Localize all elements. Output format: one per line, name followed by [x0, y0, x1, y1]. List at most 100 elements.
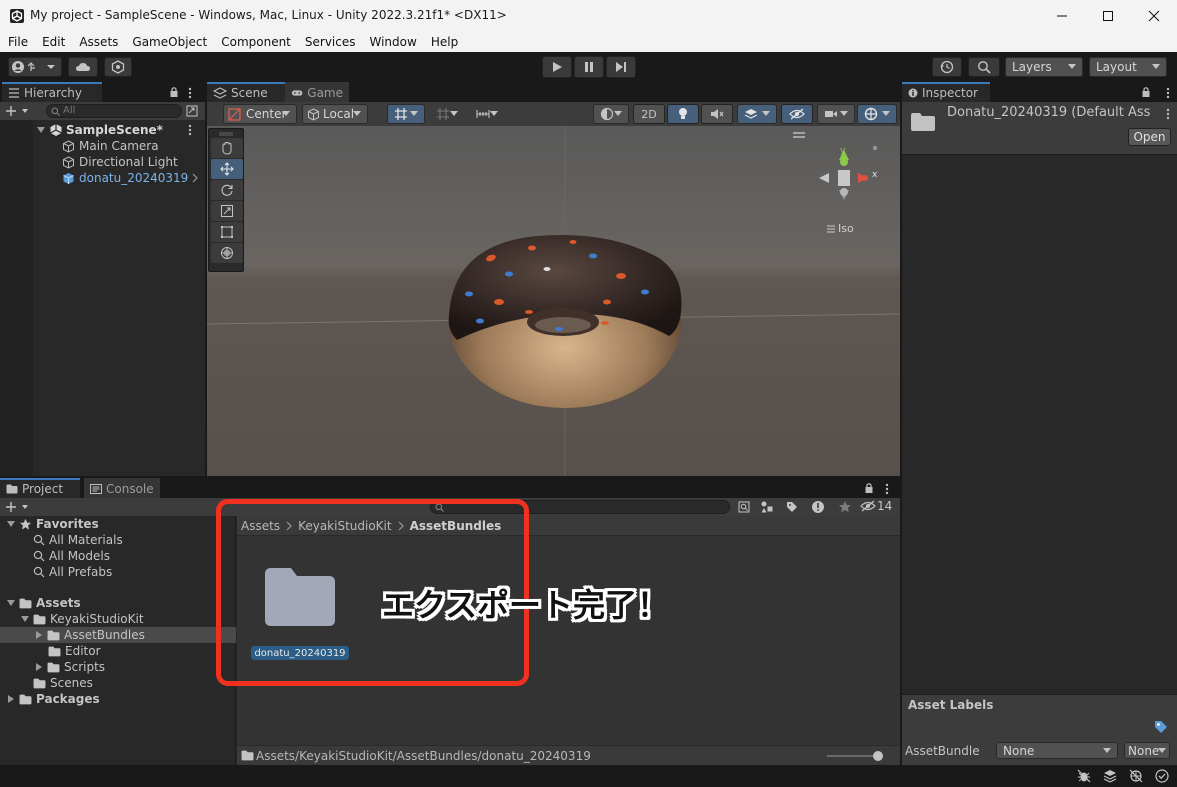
minimize-button[interactable] [1039, 0, 1085, 32]
menu-gameobject[interactable]: GameObject [125, 35, 214, 49]
undo-history-button[interactable] [932, 57, 962, 77]
collapse-arrow-icon[interactable] [6, 694, 16, 704]
tree-item-donatu[interactable]: donatu_20240319 [62, 170, 205, 186]
icon-size-slider-handle[interactable] [873, 751, 883, 761]
align-snap-toggle[interactable] [469, 104, 505, 124]
rect-tool[interactable] [211, 222, 243, 242]
open-button[interactable]: Open [1128, 128, 1171, 146]
projection-toggle[interactable]: Iso [826, 222, 854, 235]
overlay-handle-icon[interactable] [792, 132, 806, 138]
auto-generate-lighting-icon[interactable] [1129, 769, 1143, 783]
collapse-arrow-icon[interactable] [34, 662, 44, 672]
hierarchy-search-input[interactable]: All [46, 104, 182, 118]
lock-icon[interactable] [1141, 86, 1151, 98]
add-icon[interactable] [5, 105, 31, 117]
tag-icon[interactable] [1154, 720, 1168, 734]
scale-tool[interactable] [211, 201, 243, 221]
asset-bundle-dropdown[interactable]: None [996, 742, 1118, 759]
tree-scripts[interactable]: Scripts [34, 659, 105, 675]
menu-services[interactable]: Services [298, 35, 363, 49]
effects-dropdown[interactable] [737, 104, 777, 124]
layout-dropdown[interactable]: Layout [1089, 57, 1167, 77]
tree-assetbundles[interactable]: AssetBundles [0, 627, 236, 643]
lock-icon[interactable] [169, 86, 179, 98]
more-options-icon[interactable] [1166, 87, 1170, 99]
menu-assets[interactable]: Assets [72, 35, 125, 49]
label-filter-icon[interactable] [786, 501, 798, 513]
more-options-icon[interactable] [188, 87, 192, 99]
drag-handle-icon[interactable] [218, 132, 234, 136]
hidden-packages-toggle[interactable]: 14 [860, 499, 892, 513]
menu-help[interactable]: Help [424, 35, 465, 49]
lock-icon[interactable] [864, 482, 874, 494]
tab-project[interactable]: Project [0, 478, 80, 498]
scene-visibility-icon[interactable] [186, 105, 198, 117]
menu-file[interactable]: File [1, 35, 35, 49]
scene-viewport[interactable]: y x Iso [207, 126, 900, 476]
maximize-button[interactable] [1085, 0, 1131, 32]
layers-dropdown[interactable]: Layers [1005, 57, 1083, 77]
bundle-variant-dropdown[interactable]: None [1124, 742, 1170, 759]
tab-inspector[interactable]: Inspector [902, 82, 990, 102]
pivot-dropdown[interactable]: Center [223, 104, 297, 124]
menu-window[interactable]: Window [363, 35, 424, 49]
bug-icon[interactable] [1077, 769, 1091, 783]
shading-mode-dropdown[interactable] [593, 104, 629, 124]
tree-assets[interactable]: Assets [6, 595, 81, 611]
collab-button[interactable] [104, 57, 132, 77]
search-by-type-icon[interactable] [738, 501, 750, 513]
hidden-objects-toggle[interactable] [781, 104, 813, 124]
chevron-right-icon[interactable] [192, 173, 198, 183]
step-button[interactable] [606, 56, 636, 78]
tree-item-main-camera[interactable]: Main Camera [62, 138, 159, 154]
tree-scenes[interactable]: Scenes [33, 675, 93, 691]
asset-labels-header[interactable]: Asset Labels [902, 694, 1177, 714]
filter-type-icon[interactable] [760, 500, 774, 514]
rotate-tool[interactable] [211, 180, 243, 200]
search-button[interactable] [968, 57, 1000, 77]
tab-game[interactable]: Game [285, 82, 349, 102]
close-window-button[interactable] [1131, 0, 1177, 32]
star-icon[interactable] [838, 500, 852, 514]
more-options-icon[interactable] [1166, 108, 1170, 120]
expand-arrow-icon[interactable] [6, 519, 16, 529]
tree-favorites[interactable]: Favorites [6, 516, 99, 532]
orientation-gizmo[interactable] [819, 146, 877, 200]
2d-mode-toggle[interactable]: 2D [633, 104, 665, 124]
grid-snap-toggle[interactable] [387, 104, 425, 124]
tree-all-prefabs[interactable]: All Prefabs [33, 564, 112, 580]
warning-icon[interactable] [811, 500, 825, 514]
tree-keyakistudiokit[interactable]: KeyakiStudioKit [20, 611, 144, 627]
audio-toggle[interactable] [701, 104, 733, 124]
tree-all-models[interactable]: All Models [33, 548, 110, 564]
tree-item-scene[interactable]: SampleScene* [36, 122, 163, 138]
tree-editor[interactable]: Editor [48, 643, 101, 659]
add-icon[interactable] [5, 501, 31, 513]
layers-stack-icon[interactable] [1103, 769, 1117, 783]
tab-console[interactable]: Console [84, 478, 160, 498]
play-button[interactable] [542, 56, 572, 78]
move-tool[interactable] [211, 159, 243, 179]
expand-arrow-icon[interactable] [36, 125, 46, 135]
gizmos-dropdown[interactable] [857, 104, 897, 124]
space-dropdown[interactable]: Local [302, 104, 368, 124]
check-circle-icon[interactable] [1155, 769, 1169, 783]
tree-packages[interactable]: Packages [6, 691, 100, 707]
cloud-button[interactable] [68, 57, 98, 77]
tree-item-directional-light[interactable]: Directional Light [62, 154, 178, 170]
tab-scene[interactable]: Scene [207, 82, 285, 102]
menu-edit[interactable]: Edit [35, 35, 72, 49]
camera-settings-dropdown[interactable] [817, 104, 855, 124]
hand-tool[interactable] [211, 138, 243, 158]
tab-hierarchy[interactable]: Hierarchy [2, 82, 102, 102]
expand-arrow-icon[interactable] [6, 598, 16, 608]
more-options-icon[interactable] [885, 483, 889, 495]
transform-tool[interactable] [211, 243, 243, 263]
tree-all-materials[interactable]: All Materials [33, 532, 123, 548]
collapse-arrow-icon[interactable] [34, 630, 44, 640]
expand-arrow-icon[interactable] [20, 614, 30, 624]
increment-snap-toggle[interactable] [429, 104, 465, 124]
account-dropdown[interactable] [8, 57, 62, 77]
menu-component[interactable]: Component [214, 35, 298, 49]
pause-button[interactable] [574, 56, 604, 78]
